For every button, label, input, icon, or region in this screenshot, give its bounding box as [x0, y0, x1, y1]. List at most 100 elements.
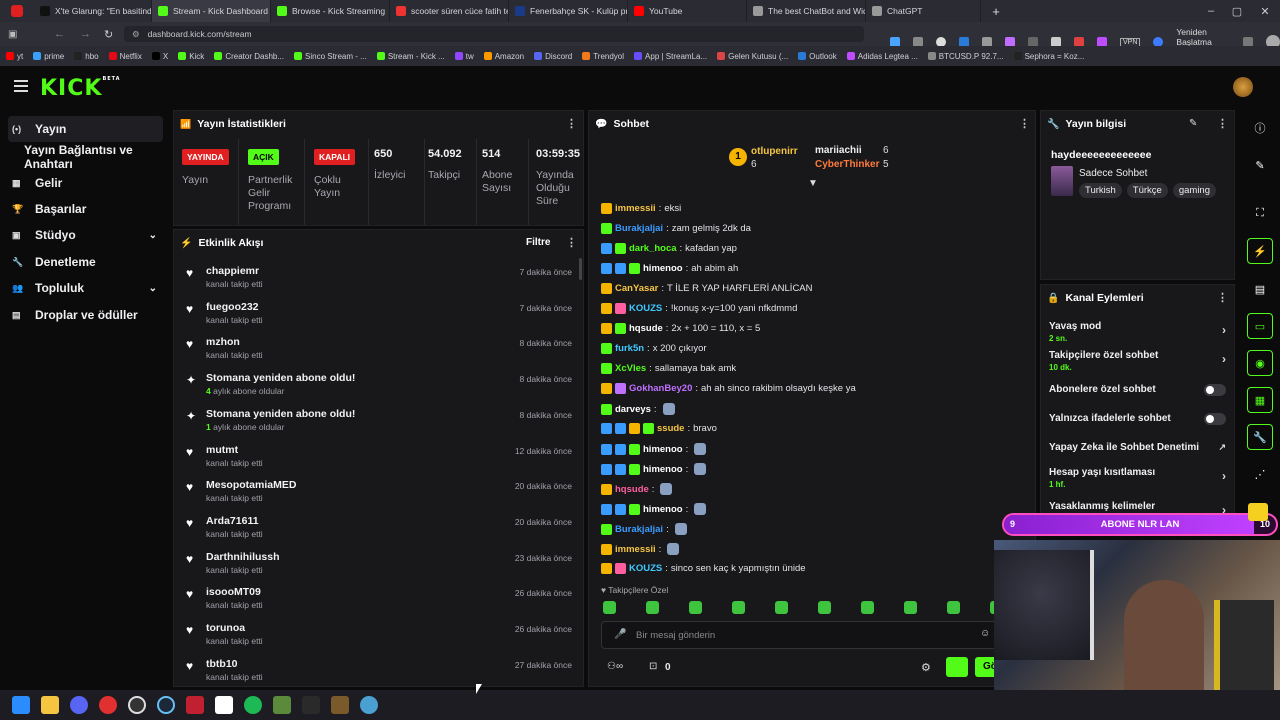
emote-button[interactable]: [946, 657, 968, 677]
emote-icon[interactable]: [732, 601, 745, 614]
sidebar-item[interactable]: ▦ Gelir: [8, 170, 163, 196]
bookmark-item[interactable]: Netflix: [108, 52, 142, 61]
browser-tab[interactable]: Stream - Kick Dashboard: [152, 0, 271, 22]
category-name[interactable]: Sadece Sohbet: [1079, 168, 1147, 179]
site-info-icon[interactable]: ⚙: [132, 29, 140, 40]
sidebar-item[interactable]: 🔧 Denetleme: [8, 249, 163, 275]
more-options-icon[interactable]: ⋮: [1217, 291, 1228, 304]
more-options-icon[interactable]: ⋮: [566, 236, 577, 249]
leader-name[interactable]: CyberThinker: [815, 159, 879, 170]
tag-chip[interactable]: Turkish: [1079, 183, 1122, 198]
chat-username[interactable]: himenoo: [643, 504, 683, 515]
new-tab-button[interactable]: +: [981, 4, 1011, 19]
obs-icon[interactable]: [128, 696, 146, 714]
edit-icon[interactable]: ✎: [1189, 118, 1197, 129]
chat-username[interactable]: XcVles: [615, 363, 646, 374]
tag-chip[interactable]: gaming: [1172, 183, 1217, 198]
bookmark-item[interactable]: X: [151, 52, 168, 61]
steam-icon[interactable]: [157, 696, 175, 714]
emote-icon[interactable]: [947, 601, 960, 614]
bookmark-item[interactable]: Amazon: [483, 52, 524, 61]
emote-icon[interactable]: [818, 601, 831, 614]
browser-logo-icon[interactable]: [0, 0, 34, 22]
browser-tab[interactable]: The best ChatBot and Widg: [747, 0, 866, 22]
terminal-icon[interactable]: [302, 696, 320, 714]
chat-username[interactable]: KOUZS: [629, 303, 662, 314]
bookmark-item[interactable]: Trendyol: [582, 52, 624, 61]
kick-logo[interactable]: KICKBETA: [40, 76, 121, 101]
chat-username[interactable]: Burakjaljai: [615, 524, 663, 535]
wrench-icon[interactable]: 🔧: [1247, 424, 1273, 450]
more-options-icon[interactable]: ⋮: [1217, 117, 1228, 130]
capcut-icon[interactable]: [215, 696, 233, 714]
bookmark-item[interactable]: prime: [33, 52, 64, 61]
bookmark-item[interactable]: Outlook: [798, 52, 837, 61]
sidebar-item[interactable]: ▤ Droplar ve ödüller: [8, 302, 163, 328]
minimize-icon[interactable]: –: [1198, 5, 1224, 17]
sidebar-item[interactable]: Yayın Bağlantısı ve Anahtarı: [8, 143, 170, 171]
chat-username[interactable]: hqsude: [615, 484, 649, 495]
discord-icon[interactable]: [70, 696, 88, 714]
app-icon[interactable]: [186, 696, 204, 714]
chat-username[interactable]: himenoo: [643, 464, 683, 475]
broadcast-icon[interactable]: ◉: [1247, 350, 1273, 376]
document-icon[interactable]: ▤: [1247, 276, 1273, 302]
more-options-icon[interactable]: ⋮: [1019, 117, 1030, 130]
browser-tab[interactable]: Fenerbahçe SK - Kulüp pro: [509, 0, 628, 22]
tag-chip[interactable]: Türkçe: [1126, 183, 1168, 198]
chat-username[interactable]: darveys: [615, 404, 651, 415]
channel-action[interactable]: Yavaş mod 2 sn.: [1049, 321, 1234, 343]
chat-username[interactable]: immessii: [615, 544, 656, 555]
chat-icon[interactable]: ▭: [1247, 313, 1273, 339]
bookmark-item[interactable]: Creator Dashb...: [214, 52, 284, 61]
bookmark-item[interactable]: Sephora = Koz...: [1013, 52, 1084, 61]
browser-tab[interactable]: ChatGPT: [866, 0, 981, 22]
chat-username[interactable]: furk5n: [615, 343, 644, 354]
points-icon[interactable]: ⚇∞: [607, 661, 623, 672]
toggle-switch[interactable]: [1204, 413, 1226, 425]
sidebar-item[interactable]: ▣ Stüdyo ⌄: [8, 222, 163, 248]
chat-username[interactable]: immessii: [615, 203, 656, 214]
more-options-icon[interactable]: ⋮: [566, 117, 577, 130]
layout-icon[interactable]: ▦: [1247, 387, 1273, 413]
back-icon[interactable]: ←: [54, 28, 65, 40]
chat-settings-icon[interactable]: ⚙: [921, 661, 931, 674]
close-window-icon[interactable]: ✕: [1250, 5, 1280, 18]
fullscreen-icon[interactable]: ⛶: [1247, 200, 1273, 226]
bookmark-item[interactable]: App | StreamLa...: [634, 52, 707, 61]
menu-icon[interactable]: [14, 80, 28, 92]
toggle-switch[interactable]: [1204, 384, 1226, 396]
channel-action[interactable]: Yasaklanmış kelimeler: [1049, 501, 1234, 512]
brush-icon[interactable]: [331, 696, 349, 714]
scrollbar[interactable]: [579, 258, 582, 280]
chat-username[interactable]: KOUZS: [629, 563, 662, 574]
chat-username[interactable]: Burakjaljai: [615, 223, 663, 234]
emote-icon[interactable]: [603, 601, 616, 614]
chat-username[interactable]: ssude: [657, 423, 684, 434]
channel-action[interactable]: Yapay Zeka ile Sohbet Denetimi: [1049, 442, 1234, 453]
bookmark-item[interactable]: tw: [454, 52, 474, 61]
windows-start-icon[interactable]: [12, 696, 30, 714]
sidebar-item[interactable]: 👥 Topluluk ⌄: [8, 275, 163, 301]
maximize-icon[interactable]: ▢: [1224, 5, 1250, 18]
channel-action[interactable]: Takipçilere özel sohbet 10 dk.: [1049, 350, 1234, 372]
chat-username[interactable]: CanYasar: [615, 283, 658, 294]
bookmark-item[interactable]: Stream - Kick ...: [376, 52, 445, 61]
browser-tab[interactable]: YouTube: [628, 0, 747, 22]
chat-username[interactable]: himenoo: [643, 444, 683, 455]
globe-icon[interactable]: [360, 696, 378, 714]
bookmark-item[interactable]: Gelen Kutusu (...: [717, 52, 788, 61]
chevron-right-icon[interactable]: ›: [1222, 323, 1226, 337]
emote-picker-icon[interactable]: ☺: [980, 628, 990, 639]
external-link-icon[interactable]: ↗: [1218, 442, 1226, 453]
chat-username[interactable]: himenoo: [643, 263, 683, 274]
browser-tab[interactable]: Browse - Kick Streaming: [271, 0, 390, 22]
browser-tab[interactable]: scooter süren cüce fatih te: [390, 0, 509, 22]
bookmark-item[interactable]: Discord: [534, 52, 572, 61]
spotify-icon[interactable]: [244, 696, 262, 714]
pencil-icon[interactable]: ✎: [1247, 152, 1273, 178]
leader-name[interactable]: mariiachii: [815, 145, 862, 156]
bookmark-item[interactable]: Sinco Stream - ...: [294, 52, 367, 61]
chat-username[interactable]: hqsude: [629, 323, 663, 334]
emote-icon[interactable]: [646, 601, 659, 614]
